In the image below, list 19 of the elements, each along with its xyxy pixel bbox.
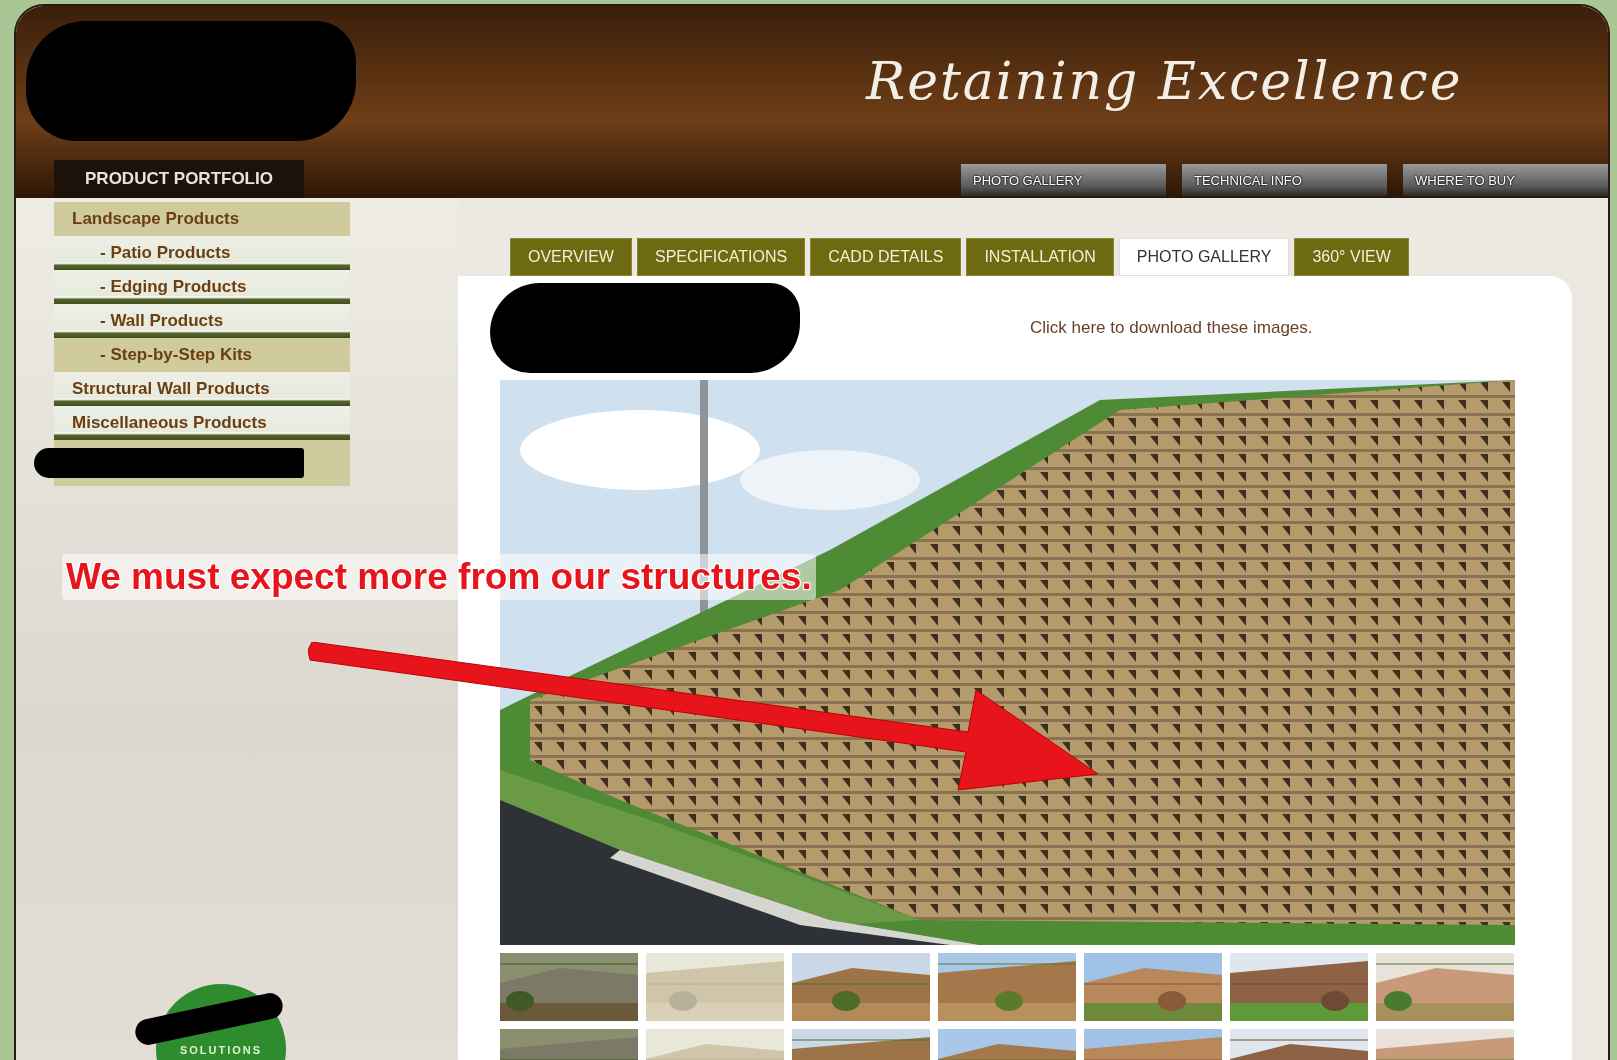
download-link[interactable]: Click here to download these images.: [1030, 318, 1313, 338]
logo-text: SOLUTIONS: [179, 1044, 263, 1056]
menu-item[interactable]: - Patio Products: [54, 236, 350, 270]
tab[interactable]: SPECIFICATIONS: [636, 238, 806, 276]
tab[interactable]: 360° VIEW: [1294, 238, 1409, 276]
tab[interactable]: INSTALLATION: [966, 238, 1114, 276]
tab[interactable]: OVERVIEW: [510, 238, 632, 276]
portfolio-tab[interactable]: PRODUCT PORTFOLIO: [54, 160, 304, 198]
menu-item[interactable]: Structural Wall Products: [54, 372, 350, 406]
nav-button[interactable]: WHERE TO BUY: [1403, 164, 1608, 196]
tab[interactable]: CADD DETAILS: [810, 238, 962, 276]
nav-button[interactable]: TECHNICAL INFO: [1182, 164, 1387, 196]
menu-item[interactable]: - Edging Products: [54, 270, 350, 304]
annotation-text: We must expect more from our structures.: [62, 554, 816, 600]
menu-item[interactable]: Miscellaneous Products: [54, 406, 350, 440]
menu-item[interactable]: - Wall Products: [54, 304, 350, 338]
tab[interactable]: PHOTO GALLERY: [1118, 238, 1290, 276]
nav-button[interactable]: PHOTO GALLERY: [961, 164, 1166, 196]
site-title: Retaining Excellence: [866, 51, 1463, 111]
